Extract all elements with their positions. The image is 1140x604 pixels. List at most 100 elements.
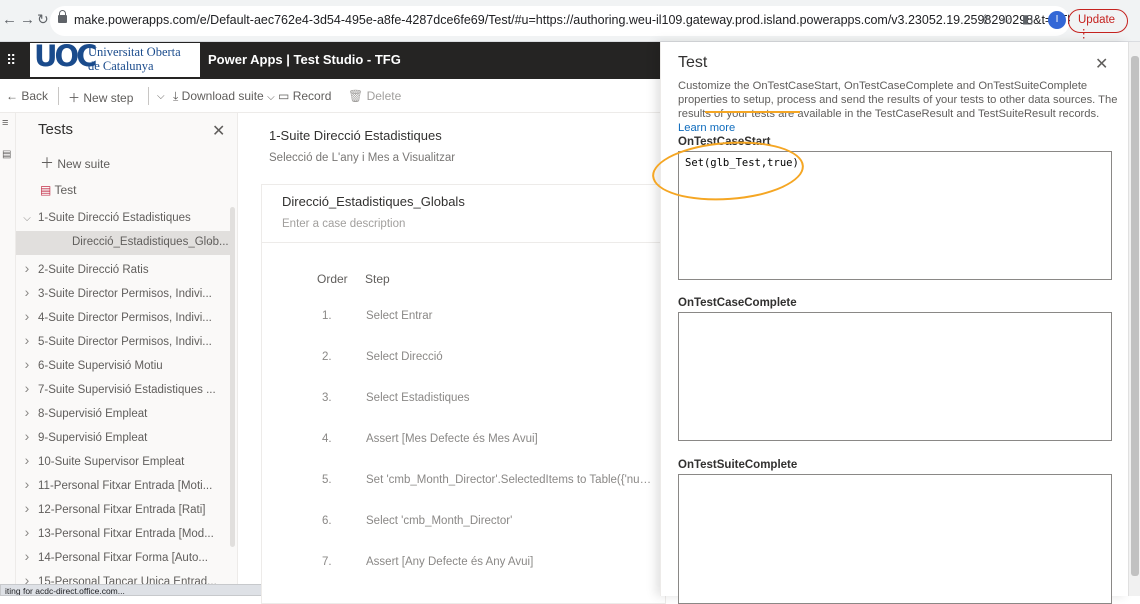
- panel-description-text: Customize the OnTestCaseStart, OnTestCas…: [678, 80, 1118, 120]
- step-text: Set 'cmb_Month_Director'.SelectedItems t…: [366, 474, 656, 486]
- tree-item[interactable]: › 13-Personal Fitxar Entrada [Mod...: [16, 519, 230, 543]
- tree-item-label: 10-Suite Supervisor Empleat: [38, 456, 185, 468]
- tree-item[interactable]: › 7-Suite Supervisió Estadistiques ...: [16, 375, 230, 399]
- tree-item[interactable]: › 9-Supervisió Empleat: [16, 423, 230, 447]
- tree-item[interactable]: › 4-Suite Director Permisos, Indivi...: [16, 303, 230, 327]
- step-order: 3.: [322, 392, 332, 404]
- back-label: Back: [21, 89, 49, 103]
- chevron-right-icon[interactable]: ›: [16, 404, 38, 420]
- tree-item[interactable]: › 5-Suite Director Permisos, Indivi...: [16, 327, 230, 351]
- tree-item-label: 9-Supervisió Empleat: [38, 432, 148, 444]
- chevron-right-icon[interactable]: ›: [16, 332, 38, 348]
- step-order: 2.: [322, 351, 332, 363]
- update-button[interactable]: Update ⋮: [1068, 9, 1128, 40]
- tree-scrollbar[interactable]: [230, 207, 235, 547]
- new-step-button[interactable]: ＋ New step: [68, 89, 133, 106]
- app-title: Power Apps | Test Studio - TFG: [208, 52, 401, 67]
- chevron-right-icon[interactable]: ›: [16, 284, 38, 300]
- page-scrollbar-thumb[interactable]: [1131, 56, 1139, 576]
- on-test-suite-complete-input[interactable]: [678, 474, 1112, 604]
- step-text: Select Estadistiques: [366, 392, 470, 404]
- step-row[interactable]: 7. Assert [Any Defecte és Any Avui]: [262, 552, 667, 592]
- tree-item[interactable]: › 2-Suite Direcció Ratis: [16, 255, 230, 279]
- tree-item[interactable]: › 12-Personal Fitxar Entrada [Rati]: [16, 495, 230, 519]
- chevron-down-icon[interactable]: ⌵: [16, 213, 38, 224]
- tree-item[interactable]: › 6-Suite Supervisió Motiu: [16, 351, 230, 375]
- record-button[interactable]: ▭ Record: [278, 89, 331, 103]
- chevron-right-icon[interactable]: ›: [16, 308, 38, 324]
- reload-icon[interactable]: ↻: [37, 11, 49, 28]
- back-arrow-icon[interactable]: ←: [2, 11, 17, 28]
- app-launcher-icon[interactable]: ⠿: [6, 52, 16, 69]
- sidepanel-icon[interactable]: ◧: [1022, 12, 1033, 26]
- chevron-right-icon[interactable]: ›: [16, 356, 38, 372]
- test-case-description[interactable]: Enter a case description: [282, 218, 405, 230]
- on-test-suite-complete-label: OnTestSuiteComplete: [678, 459, 798, 471]
- tests-tree-pane: Tests ✕ ＋ New suite ▤ Test ⌵ 1-Suite Dire…: [16, 113, 238, 596]
- test-item[interactable]: ▤ Test: [40, 183, 76, 197]
- menu-icon[interactable]: ≡: [2, 117, 8, 129]
- tree-item[interactable]: Direcció_Estadistiques_Glob... ⋯: [16, 231, 230, 255]
- new-suite-button[interactable]: ＋ New suite: [40, 153, 110, 173]
- tests-icon[interactable]: ▤: [2, 149, 11, 160]
- divider: [58, 87, 59, 105]
- tree-item[interactable]: › 11-Personal Fitxar Entrada [Moti...: [16, 471, 230, 495]
- chevron-right-icon[interactable]: ›: [16, 380, 38, 396]
- step-text: Assert [Any Defecte és Any Avui]: [366, 556, 534, 568]
- tree-item[interactable]: › 3-Suite Director Permisos, Indivi...: [16, 279, 230, 303]
- tree-item[interactable]: ⌵ 1-Suite Direcció Estadistiques: [16, 207, 230, 231]
- uoc-logo-line1: Universitat Oberta: [88, 45, 181, 59]
- test-icon: ▤: [40, 183, 52, 197]
- chevron-down-icon[interactable]: ⌵: [157, 91, 165, 102]
- step-row[interactable]: 3. Select Estadistiques: [262, 388, 667, 428]
- tree-item-label: 1-Suite Direcció Estadistiques: [38, 212, 191, 224]
- chevron-right-icon[interactable]: ›: [16, 428, 38, 444]
- test-case-title[interactable]: Direcció_Estadistiques_Globals: [282, 194, 465, 209]
- step-row[interactable]: 4. Assert [Mes Defecte és Mes Avui]: [262, 429, 667, 469]
- chevron-right-icon[interactable]: ›: [16, 548, 38, 564]
- learn-more-link[interactable]: Learn more: [678, 122, 735, 134]
- delete-label: Delete: [366, 89, 402, 103]
- on-test-case-complete-input[interactable]: [678, 312, 1112, 441]
- chevron-right-icon[interactable]: ›: [16, 524, 38, 540]
- test-item-label: Test: [54, 183, 77, 197]
- step-row[interactable]: 2. Select Direcció: [262, 347, 667, 387]
- step-order: 1.: [322, 310, 332, 322]
- record-label: Record: [292, 89, 332, 103]
- close-icon[interactable]: ✕: [1095, 54, 1108, 74]
- profile-avatar[interactable]: I: [1048, 11, 1066, 29]
- back-button[interactable]: ← Back: [6, 89, 48, 103]
- step-order: 7.: [322, 556, 332, 568]
- page-scrollbar[interactable]: [1128, 42, 1140, 596]
- chevron-right-icon[interactable]: ›: [16, 500, 38, 516]
- step-row[interactable]: 5. Set 'cmb_Month_Director'.SelectedItems…: [262, 470, 667, 510]
- step-row[interactable]: 6. Select 'cmb_Month_Director': [262, 511, 667, 551]
- chevron-right-icon[interactable]: ›: [16, 452, 38, 468]
- address-bar[interactable]: make.powerapps.com/e/Default-aec762e4-3d…: [50, 6, 1070, 36]
- panel-title: Test: [678, 54, 708, 71]
- browser-toolbar: ← → ↻ make.powerapps.com/e/Default-aec76…: [0, 0, 1140, 42]
- trash-icon: 🗑: [348, 89, 364, 103]
- suite-title[interactable]: 1-Suite Direcció Estadistiques: [269, 128, 442, 143]
- step-row[interactable]: 1. Select Entrar: [262, 306, 667, 346]
- tree-item[interactable]: › 8-Supervisió Empleat: [16, 399, 230, 423]
- tree-item[interactable]: › 14-Personal Fitxar Forma [Auto...: [16, 543, 230, 567]
- test-properties-panel: Test ✕ Customize the OnTestCaseStart, On…: [660, 42, 1128, 604]
- lock-icon[interactable]: [58, 10, 67, 23]
- download-suite-button[interactable]: ⤓ Download suite ⌵: [173, 89, 275, 104]
- tree-item[interactable]: › 10-Suite Supervisor Empleat: [16, 447, 230, 471]
- suite-description[interactable]: Selecció de L'any i Mes a Visualitzar: [269, 152, 455, 164]
- tree-item-label: 3-Suite Director Permisos, Indivi...: [38, 288, 212, 300]
- tree-item-label: 6-Suite Supervisió Motiu: [38, 360, 163, 372]
- more-options-icon[interactable]: ⋯: [208, 235, 220, 249]
- forward-arrow-icon[interactable]: →: [20, 11, 35, 28]
- chevron-right-icon[interactable]: ›: [16, 260, 38, 276]
- plus-icon: ＋: [68, 91, 81, 105]
- chevron-right-icon[interactable]: ›: [16, 476, 38, 492]
- bookmark-star-icon[interactable]: ☆: [1000, 12, 1012, 28]
- uoc-logo-mark: UOC: [34, 39, 98, 73]
- download-icon: ⤓: [173, 89, 179, 103]
- close-icon[interactable]: ✕: [212, 121, 225, 141]
- delete-button[interactable]: 🗑 Delete: [348, 89, 401, 103]
- share-icon[interactable]: ⇪: [980, 12, 991, 28]
